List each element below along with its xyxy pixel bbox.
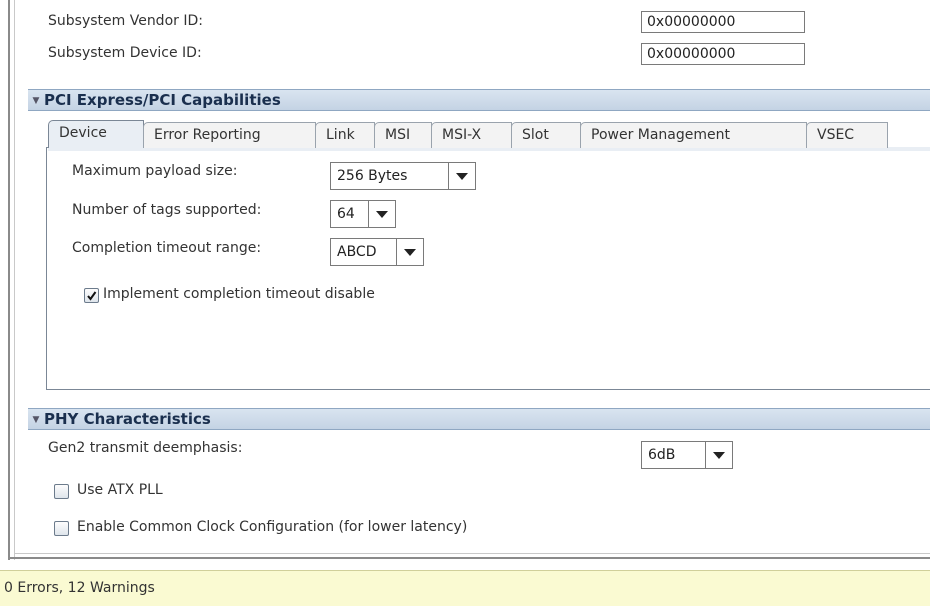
panel-inner-bottom — [14, 553, 930, 554]
tab-vsec-label: VSEC — [817, 127, 855, 143]
num-tags-combo[interactable]: 64 — [330, 200, 396, 228]
tab-device-label: Device — [59, 125, 107, 141]
tab-error-reporting-label: Error Reporting — [154, 127, 261, 143]
gen2-deemphasis-value: 6dB — [648, 447, 676, 463]
collapse-triangle-icon[interactable]: ▼ — [28, 91, 44, 111]
subsystem-vendor-id-field[interactable]: 0x00000000 — [641, 11, 805, 33]
chevron-down-icon[interactable] — [448, 163, 475, 189]
num-tags-value: 64 — [337, 206, 355, 222]
completion-disable-checkbox[interactable] — [84, 288, 99, 303]
completion-timeout-label: Completion timeout range: — [72, 240, 262, 256]
common-clock-checkbox[interactable] — [54, 521, 69, 536]
tab-link[interactable]: Link — [315, 122, 375, 148]
completion-timeout-value: ABCD — [337, 244, 377, 260]
phy-characteristics-title: PHY Characteristics — [44, 410, 211, 428]
use-atx-pll-checkbox[interactable] — [54, 484, 69, 499]
collapse-triangle-icon[interactable]: ▼ — [28, 410, 44, 430]
tab-msi-x-label: MSI-X — [442, 127, 482, 143]
tab-link-label: Link — [326, 127, 355, 143]
device-tab-panel — [46, 147, 930, 390]
chevron-down-icon[interactable] — [396, 239, 423, 265]
completion-timeout-combo[interactable]: ABCD — [330, 238, 424, 266]
tab-error-reporting[interactable]: Error Reporting — [143, 122, 316, 148]
tab-power-management[interactable]: Power Management — [580, 122, 807, 148]
tab-msi[interactable]: MSI — [374, 122, 432, 148]
status-bar: 0 Errors, 12 Warnings — [0, 570, 930, 606]
max-payload-value: 256 Bytes — [337, 168, 408, 184]
tab-msi-x[interactable]: MSI-X — [431, 122, 512, 148]
panel-frame-left — [8, 0, 10, 560]
panel-bottom-border — [8, 557, 930, 559]
tab-power-management-label: Power Management — [591, 127, 731, 143]
tab-msi-label: MSI — [385, 127, 411, 143]
tab-device[interactable]: Device — [48, 120, 144, 148]
use-atx-pll-label[interactable]: Use ATX PLL — [77, 482, 163, 498]
gen2-deemphasis-label: Gen2 transmit deemphasis: — [48, 440, 243, 456]
subsystem-device-id-label: Subsystem Device ID: — [48, 45, 202, 61]
panel-frame-inner — [14, 0, 15, 560]
chevron-down-icon[interactable] — [705, 442, 732, 468]
max-payload-label: Maximum payload size: — [72, 163, 238, 179]
tab-slot[interactable]: Slot — [511, 122, 581, 148]
chevron-down-icon[interactable] — [368, 201, 395, 227]
checkmark-icon — [87, 291, 97, 301]
common-clock-label[interactable]: Enable Common Clock Configuration (for l… — [77, 519, 467, 535]
gen2-deemphasis-combo[interactable]: 6dB — [641, 441, 733, 469]
max-payload-combo[interactable]: 256 Bytes — [330, 162, 476, 190]
tab-vsec[interactable]: VSEC — [806, 122, 888, 148]
subsystem-device-id-field[interactable]: 0x00000000 — [641, 43, 805, 65]
status-text: 0 Errors, 12 Warnings — [4, 580, 155, 596]
num-tags-label: Number of tags supported: — [72, 202, 262, 218]
tab-slot-label: Slot — [522, 127, 549, 143]
completion-disable-label[interactable]: Implement completion timeout disable — [103, 286, 375, 302]
pcie-capabilities-title: PCI Express/PCI Capabilities — [44, 91, 281, 109]
subsystem-vendor-id-label: Subsystem Vendor ID: — [48, 13, 203, 29]
pcie-capabilities-header[interactable]: ▼ PCI Express/PCI Capabilities — [28, 89, 930, 111]
phy-characteristics-header[interactable]: ▼ PHY Characteristics — [28, 408, 930, 430]
